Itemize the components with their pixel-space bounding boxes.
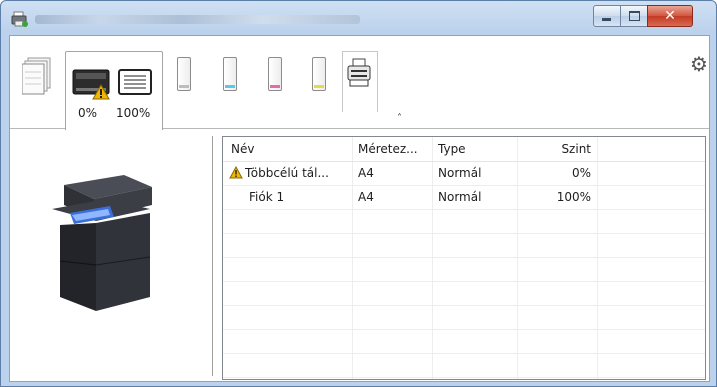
toner-cartridge-icon[interactable] — [268, 57, 282, 91]
toner-cyan-indicator — [225, 85, 235, 88]
toner-black-indicator — [179, 85, 189, 88]
row-type: Normál — [438, 166, 482, 180]
tray-icon — [118, 69, 152, 95]
status-toolbar: 0% 100% ˄ ⚙ — [10, 36, 709, 130]
row-level: 0% — [571, 166, 591, 180]
printer-app-icon — [11, 11, 28, 27]
row-type: Normál — [438, 190, 482, 204]
empty-row — [223, 233, 705, 258]
column-header-type[interactable]: Type — [438, 137, 514, 161]
empty-row — [223, 281, 705, 306]
minimize-icon — [602, 18, 611, 21]
empty-row — [223, 353, 705, 378]
close-button[interactable]: ✕ — [647, 5, 693, 27]
row-size: A4 — [358, 166, 374, 180]
maximize-icon — [629, 11, 640, 21]
row-name: Fiók 1 — [249, 190, 285, 204]
device-image-panel — [10, 129, 210, 381]
close-icon: ✕ — [664, 8, 676, 24]
printer-device-icon — [347, 58, 371, 87]
printer-device-icon — [52, 175, 152, 311]
panel-divider — [212, 136, 213, 376]
list-item[interactable]: Fiók 1 A4 Normál 100% — [223, 185, 705, 210]
column-header-size[interactable]: Méretez... — [358, 137, 430, 161]
column-header-level[interactable]: Szint — [523, 137, 591, 161]
tray2-level: 100% — [116, 106, 151, 120]
row-level: 100% — [556, 190, 591, 204]
toner-yellow-indicator — [314, 85, 324, 88]
paper-stack-icon[interactable] — [22, 56, 54, 96]
tray1-level: 0% — [78, 106, 98, 120]
toner-cartridge-icon[interactable] — [177, 57, 191, 91]
row-name-cell: Többcélú tál... — [229, 161, 351, 185]
tab-trays[interactable]: 0% 100% — [65, 51, 163, 130]
client-area: 0% 100% ˄ ⚙ Név Méretez... Type Szint Tö… — [9, 35, 710, 382]
list-header: Név Méretez... Type Szint — [223, 137, 705, 162]
empty-row — [223, 209, 705, 234]
column-header-name[interactable]: Név — [231, 137, 349, 161]
gear-icon[interactable]: ⚙ — [690, 54, 708, 74]
empty-row — [223, 257, 705, 282]
tab-device[interactable] — [342, 51, 378, 112]
status-window: ✕ 0% 100% ˄ ⚙ Név Méretez... Type Szint … — [0, 0, 717, 387]
toner-cartridge-icon[interactable] — [312, 57, 326, 91]
toner-magenta-indicator — [270, 85, 280, 88]
minimize-button[interactable] — [593, 5, 621, 27]
empty-row — [223, 329, 705, 354]
warning-icon — [229, 166, 243, 179]
window-title-blurred — [35, 15, 360, 24]
title-bar[interactable]: ✕ — [1, 1, 716, 35]
toner-cartridge-icon[interactable] — [223, 57, 237, 91]
warning-icon — [92, 84, 110, 100]
empty-row — [223, 305, 705, 330]
row-size: A4 — [358, 190, 374, 204]
row-name: Többcélú tál... — [245, 166, 329, 180]
list-item[interactable]: Többcélú tál... A4 Normál 0% — [223, 161, 705, 186]
tray-status-list: Név Méretez... Type Szint Többcélú tál..… — [222, 136, 706, 380]
maximize-button[interactable] — [620, 5, 648, 27]
chevron-up-icon[interactable]: ˄ — [397, 113, 402, 124]
